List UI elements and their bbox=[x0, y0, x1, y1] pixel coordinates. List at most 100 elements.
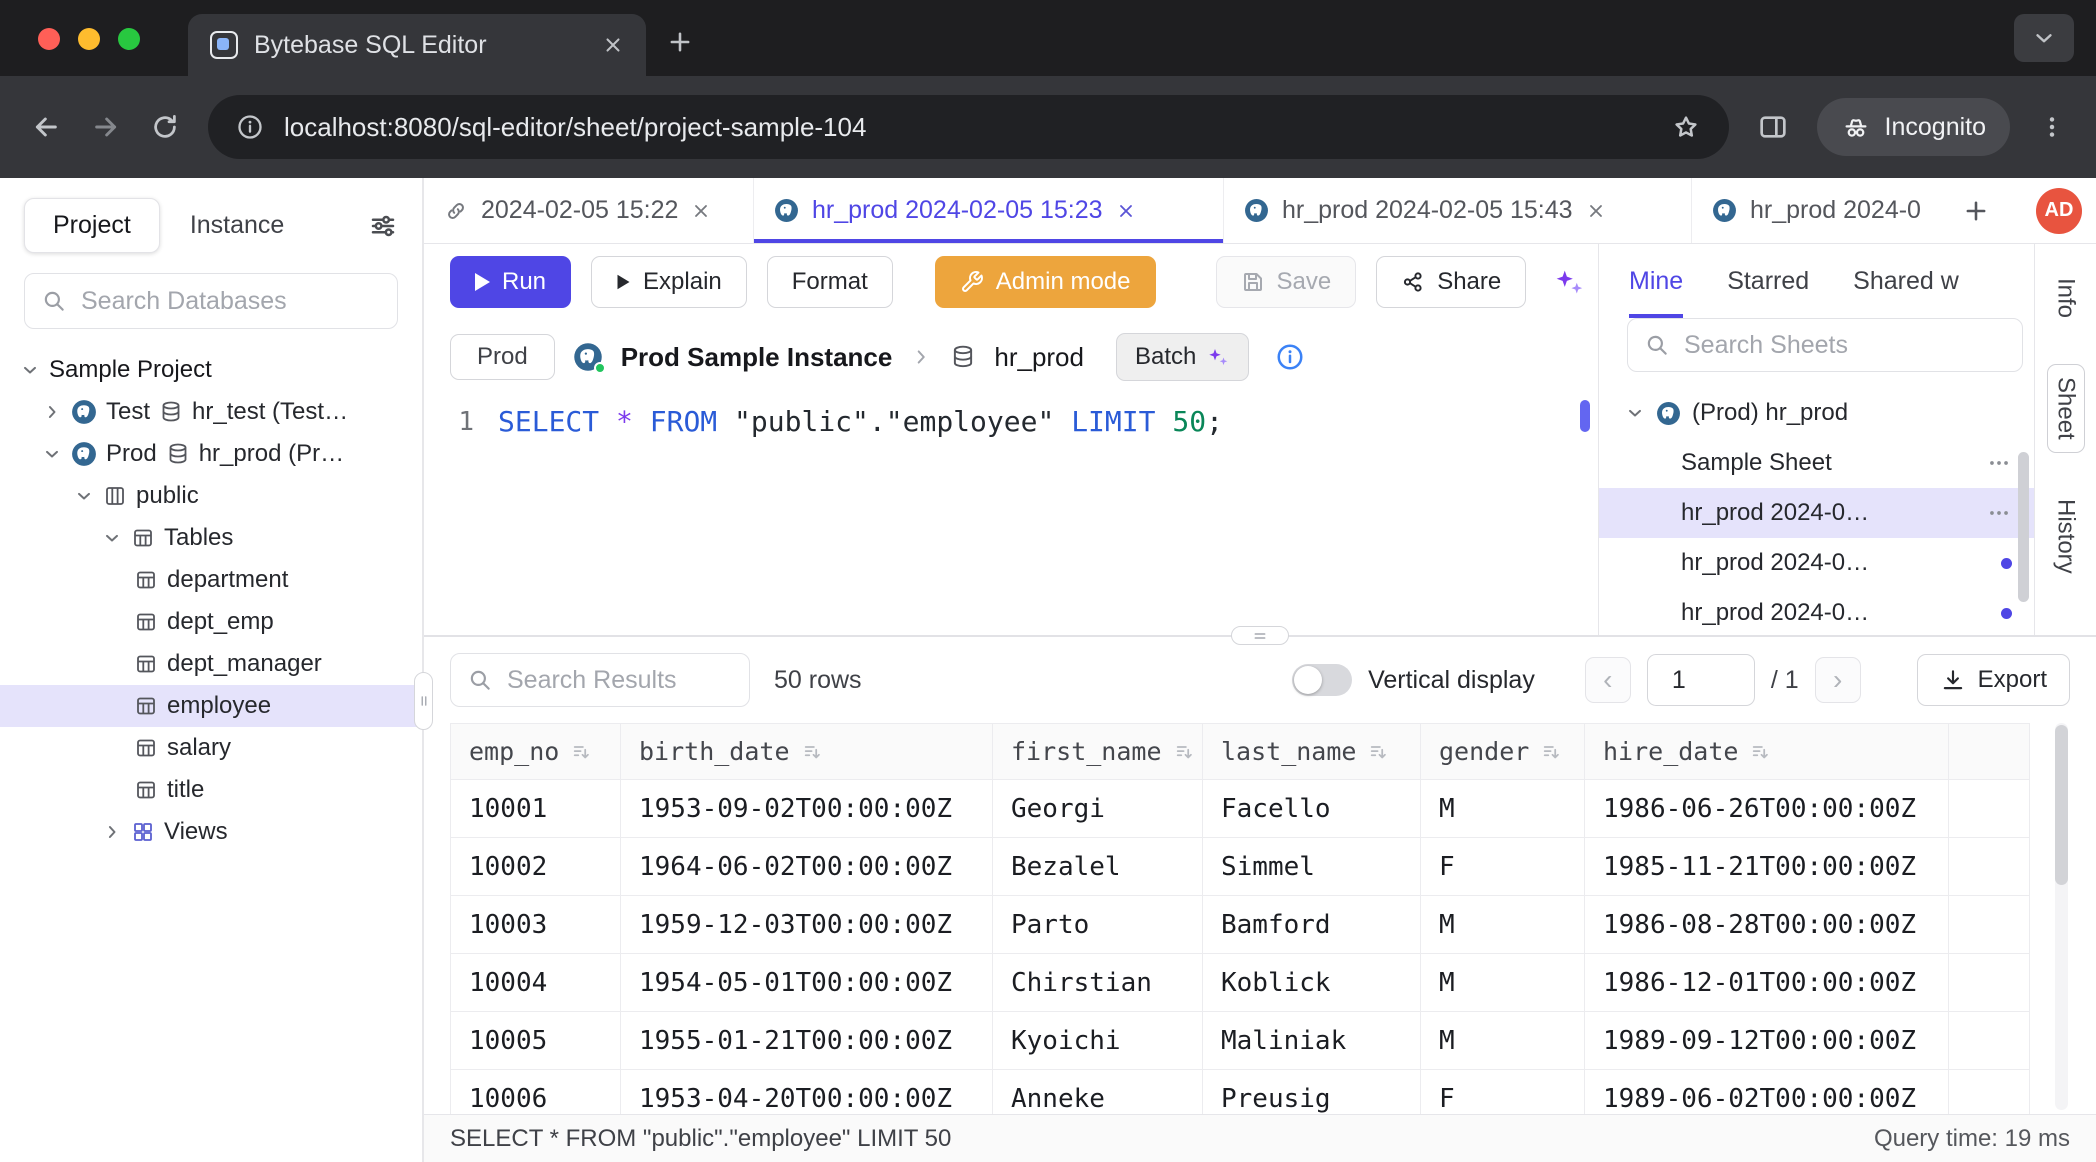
chevron-down-icon[interactable] bbox=[74, 486, 94, 506]
tab-shared[interactable]: Shared w bbox=[1853, 244, 1959, 318]
sheet-tab-2-active[interactable]: hr_prod 2024-02-05 15:23 bbox=[754, 178, 1224, 243]
user-avatar[interactable]: AD bbox=[2036, 188, 2082, 234]
tab-instance[interactable]: Instance bbox=[190, 211, 285, 240]
vertical-display-toggle[interactable] bbox=[1292, 664, 1352, 696]
tab-close-icon[interactable] bbox=[602, 34, 624, 56]
sort-icon[interactable] bbox=[802, 741, 824, 763]
sheet-item-selected[interactable]: hr_prod 2024-0… bbox=[1599, 488, 2034, 538]
table-cell[interactable]: Preusig bbox=[1203, 1070, 1421, 1115]
sort-icon[interactable] bbox=[1174, 741, 1196, 763]
tree-item-tables-group[interactable]: Tables bbox=[0, 517, 422, 559]
table-cell[interactable]: 10005 bbox=[451, 1012, 621, 1070]
table-cell[interactable]: 10003 bbox=[451, 896, 621, 954]
tree-item-prod-database[interactable]: Prod hr_prod (Pr… bbox=[0, 433, 422, 475]
tree-item-sample-project[interactable]: Sample Project bbox=[0, 349, 422, 391]
column-header-birth-date[interactable]: birth_date bbox=[621, 724, 993, 780]
table-cell[interactable]: Chirstian bbox=[993, 954, 1203, 1012]
tree-item-table-dept-manager[interactable]: dept_manager bbox=[0, 643, 422, 685]
table-cell[interactable]: Facello bbox=[1203, 780, 1421, 838]
tab-info[interactable]: Info bbox=[2048, 266, 2084, 330]
tab-starred[interactable]: Starred bbox=[1727, 244, 1809, 318]
browser-tab[interactable]: Bytebase SQL Editor bbox=[188, 14, 646, 76]
sheet-item[interactable]: hr_prod 2024-0… bbox=[1599, 538, 2034, 588]
sheet-item[interactable]: hr_prod 2024-0… bbox=[1599, 588, 2034, 635]
close-icon[interactable] bbox=[1116, 201, 1136, 221]
column-header-last-name[interactable]: last_name bbox=[1203, 724, 1421, 780]
close-icon[interactable] bbox=[691, 201, 711, 221]
tree-item-schema-public[interactable]: public bbox=[0, 475, 422, 517]
explain-button[interactable]: Explain bbox=[591, 256, 747, 308]
share-button[interactable]: Share bbox=[1376, 256, 1526, 308]
table-cell[interactable]: M bbox=[1421, 780, 1585, 838]
table-cell[interactable]: Bamford bbox=[1203, 896, 1421, 954]
chevron-down-icon[interactable] bbox=[102, 528, 122, 548]
more-icon[interactable] bbox=[1986, 450, 2012, 476]
info-icon[interactable] bbox=[1275, 342, 1305, 372]
back-button[interactable] bbox=[30, 111, 62, 143]
format-button[interactable]: Format bbox=[767, 256, 893, 308]
run-button[interactable]: Run bbox=[450, 256, 571, 308]
forward-button[interactable] bbox=[90, 111, 122, 143]
table-cell[interactable]: 1985-11-21T00:00:00Z bbox=[1585, 838, 1949, 896]
table-cell[interactable]: 1989-09-12T00:00:00Z bbox=[1585, 1012, 1949, 1070]
more-icon[interactable] bbox=[1986, 500, 2012, 526]
tree-item-table-dept-emp[interactable]: dept_emp bbox=[0, 601, 422, 643]
tree-item-table-title[interactable]: title bbox=[0, 769, 422, 811]
tab-project[interactable]: Project bbox=[24, 198, 160, 253]
tab-search-chevron-button[interactable] bbox=[2014, 14, 2074, 62]
table-cell[interactable]: 1964-06-02T00:00:00Z bbox=[621, 838, 993, 896]
table-cell[interactable]: 1989-06-02T00:00:00Z bbox=[1585, 1070, 1949, 1115]
batch-button[interactable]: Batch bbox=[1116, 333, 1249, 381]
table-cell[interactable]: Maliniak bbox=[1203, 1012, 1421, 1070]
sheet-group-prod-hr-prod[interactable]: (Prod) hr_prod bbox=[1599, 388, 2034, 438]
tab-mine[interactable]: Mine bbox=[1629, 244, 1683, 318]
side-panel-icon[interactable] bbox=[1757, 111, 1789, 143]
table-cell[interactable]: 1959-12-03T00:00:00Z bbox=[621, 896, 993, 954]
chevron-right-icon[interactable] bbox=[102, 822, 122, 842]
minimize-window-button[interactable] bbox=[78, 28, 100, 50]
table-cell[interactable]: 1986-08-28T00:00:00Z bbox=[1585, 896, 1949, 954]
table-cell[interactable]: M bbox=[1421, 954, 1585, 1012]
url-bar[interactable]: localhost:8080/sql-editor/sheet/project-… bbox=[208, 95, 1729, 159]
sort-icon[interactable] bbox=[1750, 741, 1772, 763]
results-scrollbar-thumb[interactable] bbox=[2055, 725, 2068, 885]
chevron-down-icon[interactable] bbox=[42, 444, 62, 464]
tree-item-table-salary[interactable]: salary bbox=[0, 727, 422, 769]
prev-page-button[interactable]: ‹ bbox=[1585, 657, 1631, 703]
table-cell[interactable]: Bezalel bbox=[993, 838, 1203, 896]
new-tab-button[interactable] bbox=[656, 18, 704, 66]
table-cell[interactable]: Kyoichi bbox=[993, 1012, 1203, 1070]
table-cell[interactable]: Anneke bbox=[993, 1070, 1203, 1115]
table-cell[interactable]: 10004 bbox=[451, 954, 621, 1012]
site-info-icon[interactable] bbox=[236, 113, 264, 141]
table-cell[interactable]: 10002 bbox=[451, 838, 621, 896]
filter-settings-icon[interactable] bbox=[368, 211, 398, 241]
table-cell[interactable]: 1953-04-20T00:00:00Z bbox=[621, 1070, 993, 1115]
next-page-button[interactable]: › bbox=[1815, 657, 1861, 703]
editor-scrollbar-thumb[interactable] bbox=[1580, 400, 1590, 432]
sidebar-resize-handle[interactable] bbox=[414, 672, 433, 730]
sort-icon[interactable] bbox=[1541, 741, 1563, 763]
tree-item-table-employee[interactable]: employee bbox=[0, 685, 422, 727]
instance-name[interactable]: Prod Sample Instance bbox=[621, 342, 893, 373]
admin-mode-button[interactable]: Admin mode bbox=[935, 256, 1156, 308]
results-splitter-handle[interactable] bbox=[1231, 626, 1289, 645]
sql-editor[interactable]: 1 SELECT * FROM "public"."employee" LIMI… bbox=[424, 394, 1598, 635]
zoom-window-button[interactable] bbox=[118, 28, 140, 50]
table-cell[interactable]: 10001 bbox=[451, 780, 621, 838]
table-cell[interactable]: Parto bbox=[993, 896, 1203, 954]
table-cell[interactable]: Koblick bbox=[1203, 954, 1421, 1012]
tree-item-views-group[interactable]: Views bbox=[0, 811, 422, 853]
column-header-first-name[interactable]: first_name bbox=[993, 724, 1203, 780]
table-cell[interactable]: M bbox=[1421, 896, 1585, 954]
close-window-button[interactable] bbox=[38, 28, 60, 50]
column-header-hire-date[interactable]: hire_date bbox=[1585, 724, 1949, 780]
page-input[interactable] bbox=[1647, 654, 1755, 706]
results-search-input[interactable] bbox=[507, 666, 733, 695]
bookmark-star-icon[interactable] bbox=[1671, 112, 1701, 142]
ai-assistant-icon[interactable] bbox=[1552, 265, 1586, 299]
chevron-right-icon[interactable] bbox=[42, 402, 62, 422]
tab-sheet[interactable]: Sheet bbox=[2047, 364, 2085, 453]
table-cell[interactable]: 1954-05-01T00:00:00Z bbox=[621, 954, 993, 1012]
column-header-gender[interactable]: gender bbox=[1421, 724, 1585, 780]
